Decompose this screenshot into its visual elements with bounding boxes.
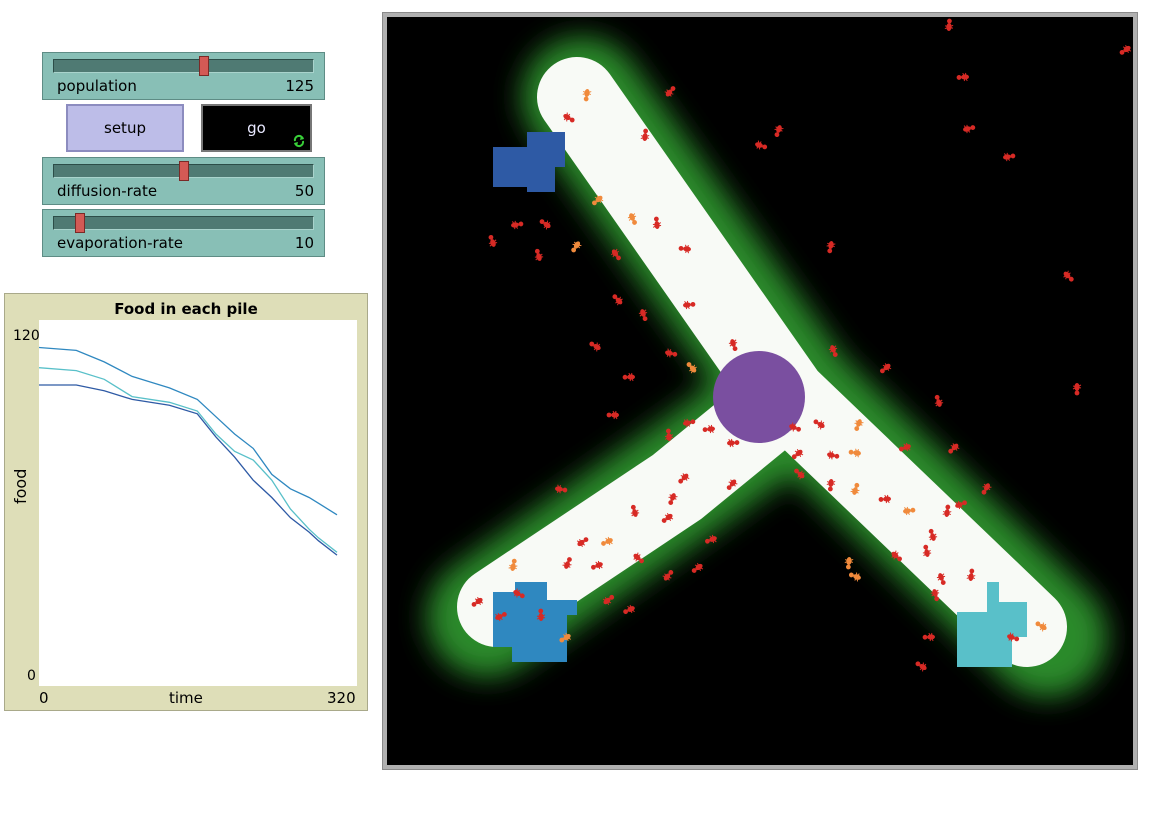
world-view[interactable] — [382, 12, 1138, 770]
food-plot: Food in each pile 120 0 food 0 time 320 — [4, 293, 368, 711]
slider-value: 125 — [285, 77, 314, 95]
slider-label: diffusion-rate — [57, 182, 158, 200]
slider-label: population — [57, 77, 137, 95]
evaporation-rate-slider[interactable]: evaporation-rate 10 — [42, 209, 325, 257]
setup-button[interactable]: setup — [66, 104, 184, 152]
population-slider[interactable]: population 125 — [42, 52, 325, 100]
diffusion-rate-slider[interactable]: diffusion-rate 50 — [42, 157, 325, 205]
x-axis-label: time — [169, 689, 203, 707]
plot-title: Food in each pile — [114, 300, 258, 318]
x-min-label: 0 — [39, 689, 49, 707]
slider-label: evaporation-rate — [57, 234, 183, 252]
slider-value: 10 — [294, 234, 314, 252]
plot-area — [38, 320, 357, 686]
slider-track[interactable] — [53, 213, 314, 233]
world-canvas[interactable] — [387, 17, 1133, 765]
slider-track[interactable] — [53, 161, 314, 181]
go-button[interactable]: go — [201, 104, 312, 152]
slider-track[interactable] — [53, 56, 314, 76]
plot-series-line — [39, 384, 338, 556]
plot-lines — [38, 346, 338, 556]
slider-thumb[interactable] — [199, 56, 210, 76]
slider-thumb[interactable] — [178, 161, 189, 181]
slider-thumb[interactable] — [74, 213, 85, 233]
slider-value: 50 — [294, 182, 314, 200]
y-min-label: 0 — [27, 668, 36, 684]
forever-loop-icon — [293, 134, 305, 148]
y-max-label: 120 — [13, 328, 40, 344]
x-max-label: 320 — [327, 689, 356, 707]
y-axis-label: food — [11, 468, 30, 504]
